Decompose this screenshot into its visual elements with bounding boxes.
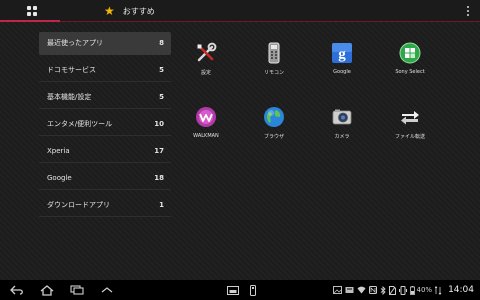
app-label: Google <box>333 69 351 75</box>
category-count: 1 <box>159 201 164 209</box>
app-sony-select[interactable]: Sony Select <box>380 42 440 90</box>
category-list: 最近使ったアプリ 8 ドコモサービス 5 基本機能/設定 5 エンタメ/便利ツー… <box>39 32 171 221</box>
browser-globe-icon <box>263 106 285 128</box>
network-activity-icon <box>435 285 443 295</box>
remote-control-icon <box>263 42 285 64</box>
small-app-remote-button[interactable] <box>246 284 260 296</box>
category-label: エンタメ/便利ツール <box>47 120 113 128</box>
action-bar: ★ おすすめ <box>0 0 480 22</box>
category-item-google[interactable]: Google 18 <box>39 167 171 190</box>
category-count: 8 <box>159 39 164 47</box>
sony-select-icon <box>399 42 421 64</box>
category-item-xperia[interactable]: Xperia 17 <box>39 140 171 163</box>
svg-text:g: g <box>338 47 346 63</box>
tab-recommended-label: おすすめ <box>122 6 155 16</box>
app-google[interactable]: g Google <box>312 42 372 90</box>
back-icon <box>10 285 23 295</box>
tab-recommended[interactable]: ★ おすすめ <box>104 2 155 20</box>
recent-apps-button[interactable] <box>70 284 84 296</box>
category-label: Xperia <box>47 147 70 155</box>
category-count: 17 <box>154 147 164 155</box>
app-tray-content: 最近使ったアプリ 8 ドコモサービス 5 基本機能/設定 5 エンタメ/便利ツー… <box>0 22 480 280</box>
app-label: リモコン <box>263 70 284 76</box>
category-count: 5 <box>159 93 164 101</box>
camera-icon <box>331 106 353 128</box>
category-label: ダウンロードアプリ <box>47 201 110 209</box>
category-item-downloaded-apps[interactable]: ダウンロードアプリ 1 <box>39 194 171 217</box>
app-browser[interactable]: ブラウザ <box>244 106 304 154</box>
small-app-window-button[interactable] <box>226 284 240 296</box>
home-icon <box>40 284 54 296</box>
category-item-basic-settings[interactable]: 基本機能/設定 5 <box>39 86 171 109</box>
wifi-icon <box>357 286 366 294</box>
category-count: 5 <box>159 66 164 74</box>
small-apps-icon <box>227 285 239 295</box>
app-label: 設定 <box>200 70 211 76</box>
system-navigation-bar: 40% 14:04 <box>0 280 480 300</box>
file-transfer-icon <box>399 106 421 128</box>
category-label: 基本機能/設定 <box>47 93 92 101</box>
star-icon: ★ <box>104 4 115 18</box>
back-button[interactable] <box>10 284 24 296</box>
app-file-transfer[interactable]: ファイル転送 <box>380 106 440 154</box>
category-item-docomo-services[interactable]: ドコモサービス 5 <box>39 59 171 82</box>
recent-apps-icon <box>70 285 84 295</box>
menu-button[interactable] <box>100 284 114 296</box>
notification-icon <box>345 286 354 294</box>
grid-icon <box>27 6 37 16</box>
all-apps-grid-button[interactable] <box>20 3 44 19</box>
no-sim-icon <box>388 285 396 295</box>
battery-icon <box>409 285 415 295</box>
walkman-icon <box>195 106 217 128</box>
remote-small-icon <box>250 284 256 296</box>
category-count: 10 <box>154 120 164 128</box>
nfc-icon <box>368 286 377 294</box>
category-label: 最近使ったアプリ <box>47 39 103 47</box>
status-area[interactable]: 40% 14:04 <box>330 283 474 297</box>
bluetooth-icon <box>380 285 386 295</box>
menu-chevron-icon <box>101 287 113 293</box>
status-clock: 14:04 <box>448 285 474 295</box>
settings-tools-icon <box>195 42 217 64</box>
google-icon: g <box>331 42 353 64</box>
category-count: 18 <box>154 174 164 182</box>
app-label: ファイル転送 <box>394 134 425 140</box>
app-remote-control[interactable]: リモコン <box>244 42 304 90</box>
battery-percentage: 40% <box>416 286 433 294</box>
app-settings[interactable]: 設定 <box>176 42 236 90</box>
app-camera[interactable]: カメラ <box>312 106 372 154</box>
app-label: Sony Select <box>395 69 425 75</box>
overflow-menu-button[interactable] <box>463 4 473 18</box>
app-walkman[interactable]: WALKMAN <box>176 106 236 154</box>
category-item-recent-apps[interactable]: 最近使ったアプリ 8 <box>39 32 171 55</box>
app-label: カメラ <box>334 134 350 140</box>
category-item-entertainment-tools[interactable]: エンタメ/便利ツール 10 <box>39 113 171 136</box>
app-label: ブラウザ <box>263 134 284 140</box>
category-label: Google <box>47 174 72 182</box>
vibrate-icon <box>398 285 407 295</box>
home-button[interactable] <box>40 284 54 296</box>
app-label: WALKMAN <box>193 133 219 139</box>
screenshot-notification-icon <box>332 286 342 294</box>
category-label: ドコモサービス <box>47 66 96 74</box>
